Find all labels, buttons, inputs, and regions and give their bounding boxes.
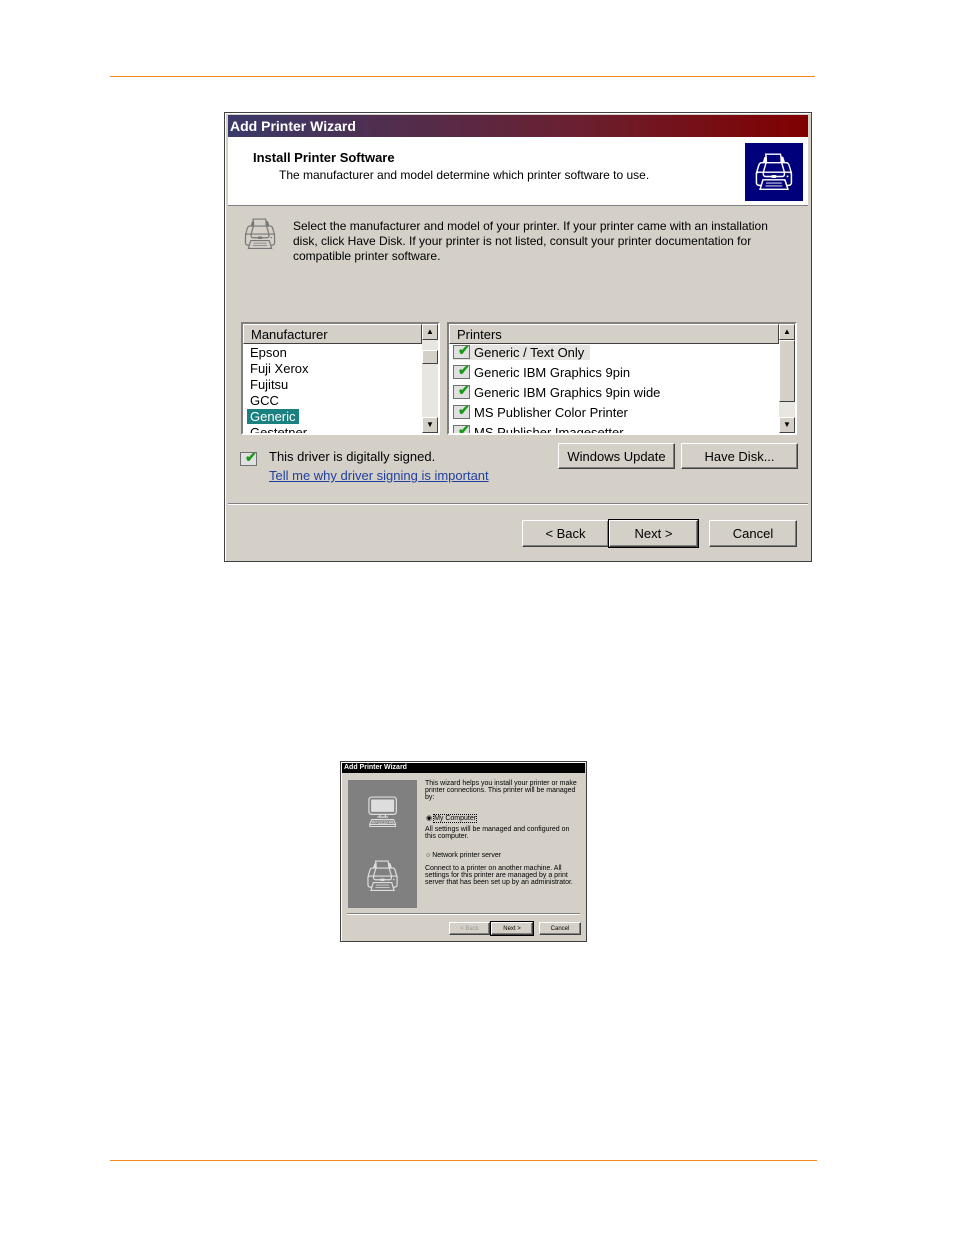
printer-name: MS Publisher Color Printer: [474, 405, 628, 420]
bottom-rule: [110, 1160, 817, 1161]
printer-name: Generic IBM Graphics 9pin: [474, 365, 631, 380]
network-desc: Connect to a printer on another machine.…: [425, 865, 573, 886]
signed-driver-icon: [453, 422, 470, 433]
printer-name: Generic IBM Graphics 9pin wide: [474, 385, 661, 400]
printers-scrollbar[interactable]: ▲ ▼: [779, 324, 795, 433]
manufacturer-list[interactable]: Manufacturer Epson Fuji Xerox Fujitsu GC…: [241, 322, 440, 435]
printer-icon: 🖨: [241, 218, 280, 251]
have-disk-button[interactable]: Have Disk...: [681, 443, 798, 469]
scroll-thumb[interactable]: [422, 350, 438, 364]
signed-driver-icon: [453, 382, 470, 399]
list-item[interactable]: MS Publisher Imagesetter: [453, 422, 624, 435]
signed-text: This driver is digitally signed.: [269, 449, 436, 464]
windows-update-button[interactable]: Windows Update: [558, 443, 675, 469]
printer-icon: 🖨: [363, 859, 402, 893]
next-button[interactable]: Next >: [490, 921, 534, 936]
manufacturer-column-header[interactable]: Manufacturer: [243, 324, 422, 344]
radio-label: Network printer server: [432, 852, 502, 859]
instructions-text: Select the manufacturer and model of you…: [293, 219, 768, 263]
radio-selected-icon: ◉: [426, 815, 433, 822]
separator: [347, 913, 580, 915]
list-item[interactable]: Fujitsu: [250, 377, 288, 392]
list-item[interactable]: Epson: [250, 345, 287, 360]
list-item[interactable]: GCC: [250, 393, 279, 408]
add-printer-wizard-small-dialog: Add Printer Wizard 🖥 🖨 This wizard helps …: [340, 761, 587, 942]
scroll-up-icon[interactable]: ▲: [422, 324, 438, 340]
cancel-button[interactable]: Cancel: [539, 922, 581, 935]
radio-label: My Computer: [433, 814, 478, 823]
back-button[interactable]: < Back: [449, 922, 490, 935]
intro-text: This wizard helps you install your print…: [425, 780, 577, 801]
title-bar: Add Printer Wizard: [342, 763, 585, 773]
title-bar: Add Printer Wizard: [228, 115, 808, 137]
back-button[interactable]: < Back: [522, 520, 609, 547]
scroll-up-icon[interactable]: ▲: [779, 324, 795, 340]
my-computer-desc: All settings will be managed and configu…: [425, 826, 570, 840]
list-item[interactable]: MS Publisher Color Printer: [453, 402, 628, 420]
printers-column-header[interactable]: Printers: [449, 324, 779, 344]
scroll-thumb[interactable]: [779, 340, 795, 402]
page-subheading: The manufacturer and model determine whi…: [279, 168, 650, 182]
manufacturer-scrollbar[interactable]: ▲ ▼: [422, 324, 438, 433]
next-button[interactable]: Next >: [608, 519, 699, 548]
cancel-button[interactable]: Cancel: [709, 520, 797, 547]
signed-driver-icon: [240, 449, 261, 469]
header-panel: Install Printer Software The manufacture…: [228, 137, 808, 206]
wizard-illustration: 🖥 🖨: [348, 780, 417, 908]
signed-driver-icon: [453, 402, 470, 419]
printer-name: Generic / Text Only: [474, 345, 585, 360]
driver-signing-link[interactable]: Tell me why driver signing is important: [269, 468, 489, 483]
separator: [228, 503, 808, 505]
signed-driver-icon: [453, 342, 470, 359]
list-item[interactable]: Fuji Xerox: [250, 361, 309, 376]
signed-driver-icon: [453, 362, 470, 379]
page-heading: Install Printer Software: [253, 150, 395, 165]
list-item-selected[interactable]: Generic: [246, 408, 300, 425]
scroll-down-icon[interactable]: ▼: [422, 417, 438, 433]
radio-icon: ○: [426, 852, 431, 859]
scroll-down-icon[interactable]: ▼: [779, 417, 795, 433]
top-rule: [110, 76, 815, 77]
printer-wizard-icon: 🖨: [745, 143, 803, 201]
printers-list[interactable]: Printers Generic / Text Only Generic IBM…: [447, 322, 797, 435]
list-item[interactable]: Generic IBM Graphics 9pin wide: [453, 382, 661, 400]
network-radio[interactable]: ○ Network printer server: [426, 852, 501, 859]
printer-name: MS Publisher Imagesetter: [474, 425, 624, 435]
computer-icon: 🖥: [363, 795, 402, 829]
add-printer-wizard-dialog: Add Printer Wizard Install Printer Softw…: [224, 112, 812, 562]
list-item[interactable]: Gestetner: [250, 425, 307, 433]
list-item[interactable]: Generic IBM Graphics 9pin: [453, 362, 631, 380]
list-item-selected[interactable]: Generic / Text Only: [453, 342, 591, 360]
my-computer-radio[interactable]: ◉ My Computer: [426, 814, 478, 823]
